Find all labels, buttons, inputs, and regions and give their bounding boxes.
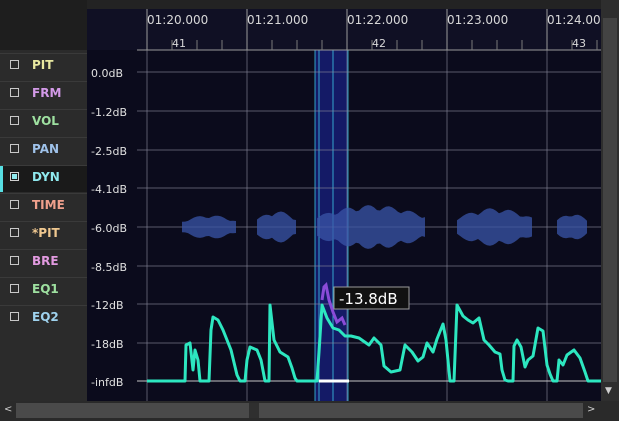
param-checkbox[interactable] <box>10 88 19 97</box>
measure-label: 41 <box>172 37 186 50</box>
param-tab-time[interactable]: TIME <box>0 193 87 220</box>
horizontal-scroll-thumb[interactable] <box>16 403 583 418</box>
waveform-segment <box>557 214 587 240</box>
param-tab-dyn[interactable]: DYN <box>0 165 87 192</box>
dynamics-editor[interactable]: 01:20.000 01:21.000 01:22.000 01:23.000 01:2… <box>87 0 601 401</box>
param-checkbox[interactable] <box>10 60 19 69</box>
time-label: 01:23.000 <box>447 13 508 27</box>
db-label: -infdB <box>91 376 123 389</box>
db-label: -1.2dB <box>91 106 127 119</box>
param-checkbox[interactable] <box>10 144 19 153</box>
measure-label: 43 <box>572 37 586 50</box>
horizontal-scrollbar[interactable]: < > <box>0 401 601 421</box>
time-label: 01:22.000 <box>347 13 408 27</box>
param-tab-pit[interactable]: PIT <box>0 53 87 80</box>
db-label: 0.0dB <box>91 67 123 80</box>
param-checkbox[interactable] <box>10 256 19 265</box>
param-label: TIME <box>32 198 65 212</box>
vertical-scrollbar[interactable]: ▼ <box>601 0 619 401</box>
value-tooltip: -13.8dB <box>333 286 410 310</box>
param-checkbox[interactable] <box>10 200 19 209</box>
param-tab-star-pit[interactable]: *PIT <box>0 221 87 248</box>
db-label: -2.5dB <box>91 145 127 158</box>
param-checkbox[interactable] <box>10 116 19 125</box>
scroll-down-icon[interactable]: ▼ <box>605 386 612 396</box>
param-label: *PIT <box>32 226 60 240</box>
db-label: -18dB <box>91 338 124 351</box>
parameter-sidebar: PIT FRM VOL PAN DYN TIME *PIT BRE EQ1 EQ2 <box>0 0 87 401</box>
param-label: VOL <box>32 114 59 128</box>
param-label: EQ2 <box>32 310 59 324</box>
scroll-grip[interactable] <box>249 403 259 418</box>
scroll-left-icon[interactable]: < <box>4 404 12 415</box>
vertical-scroll-thumb[interactable] <box>603 18 617 382</box>
measure-label: 42 <box>372 37 386 50</box>
db-label: -12dB <box>91 299 124 312</box>
param-checkbox[interactable] <box>10 312 19 321</box>
scroll-corner <box>601 401 619 421</box>
time-label: 01:20.000 <box>147 13 208 27</box>
param-tab-eq1[interactable]: EQ1 <box>0 277 87 304</box>
param-label: DYN <box>32 170 60 184</box>
param-tab-bre[interactable]: BRE <box>0 249 87 276</box>
time-label: 01:24.000 <box>547 13 601 27</box>
param-checkbox[interactable] <box>10 228 19 237</box>
db-label: -4.1dB <box>91 183 127 196</box>
db-label: -6.0dB <box>91 222 127 235</box>
param-tab-eq2[interactable]: EQ2 <box>0 305 87 332</box>
param-checkbox[interactable] <box>10 284 19 293</box>
param-label: FRM <box>32 86 62 100</box>
param-label: PAN <box>32 142 60 156</box>
param-tab-frm[interactable]: FRM <box>0 81 87 108</box>
param-tab-vol[interactable]: VOL <box>0 109 87 136</box>
param-label: PIT <box>32 58 54 72</box>
value-tooltip-text: -13.8dB <box>339 290 398 308</box>
param-checkbox[interactable] <box>10 172 19 181</box>
time-label: 01:21.000 <box>247 13 308 27</box>
scroll-right-icon[interactable]: > <box>587 404 595 415</box>
param-label: BRE <box>32 254 59 268</box>
param-tab-pan[interactable]: PAN <box>0 137 87 164</box>
sidebar-header <box>0 0 87 50</box>
db-label: -8.5dB <box>91 261 127 274</box>
param-label: EQ1 <box>32 282 59 296</box>
